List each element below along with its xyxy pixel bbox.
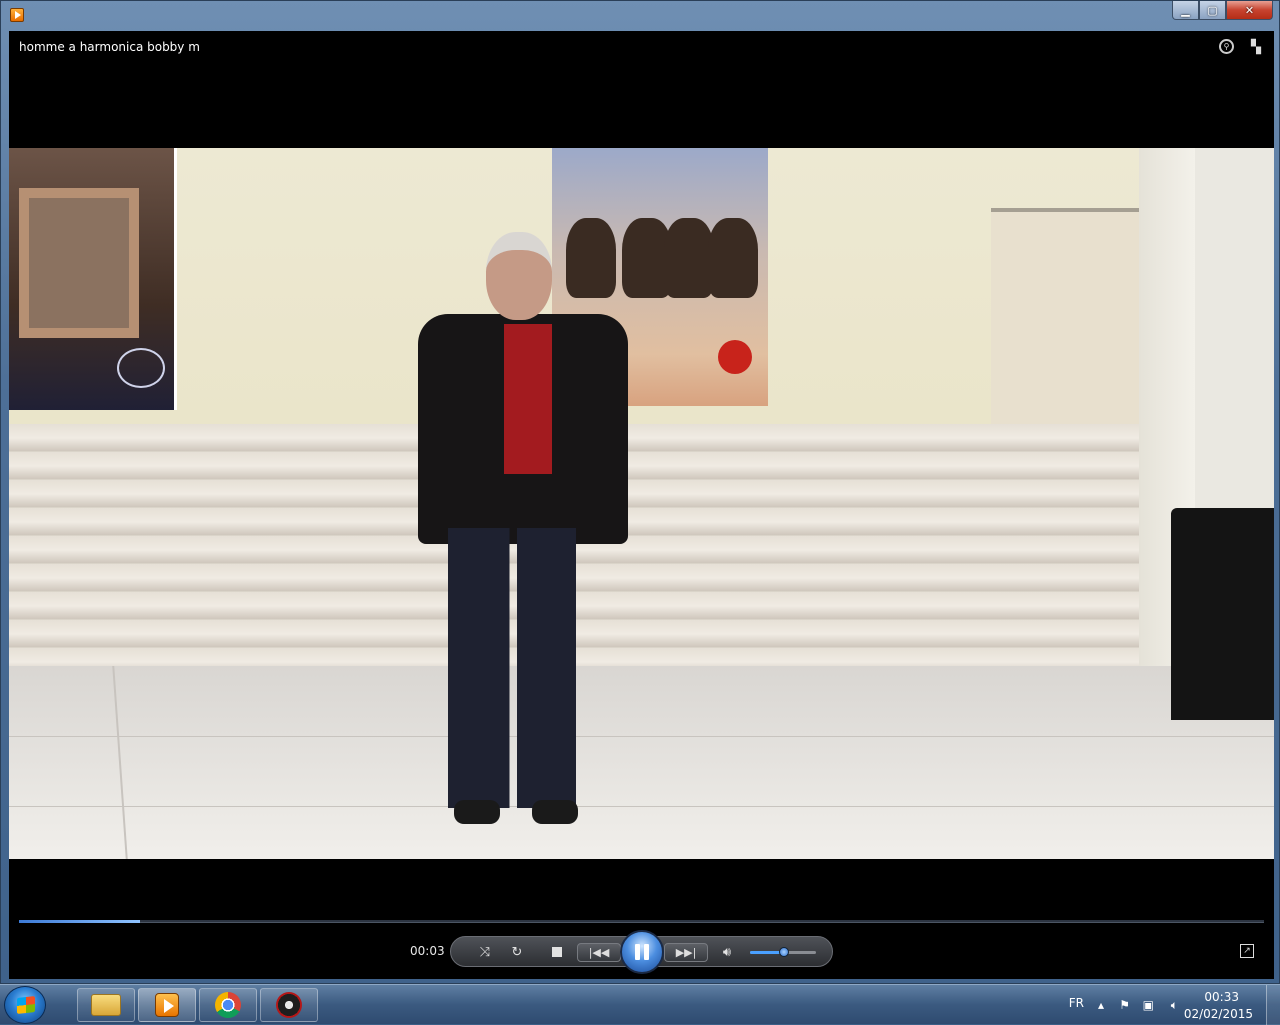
minimize-icon: ▁ — [1181, 3, 1190, 17]
chrome-icon — [215, 992, 241, 1018]
speaker-icon: 🔊︎ — [722, 944, 732, 960]
language-indicator[interactable]: FR — [1069, 996, 1084, 1010]
stop-icon — [552, 947, 562, 957]
next-icon: ▶▶| — [675, 946, 697, 959]
taskbar: FR ▴ ⚑ ▣ 🔈︎ 00:33 02/02/2015 — [0, 984, 1280, 1025]
poster-rider-4 — [708, 218, 758, 298]
switch-to-library-icon[interactable]: ▚ — [1248, 39, 1264, 55]
tiled-floor — [9, 666, 1274, 859]
elapsed-time: 00:03 — [410, 944, 445, 958]
taskbar-explorer[interactable] — [77, 988, 135, 1022]
repeat-icon: ↻ — [511, 944, 523, 960]
close-button[interactable]: ✕ — [1226, 1, 1273, 20]
app-icon — [276, 992, 302, 1018]
opera-logo-left — [117, 348, 165, 388]
opera-logo-middle — [718, 340, 752, 374]
start-button[interactable] — [4, 986, 46, 1024]
media-title: homme a harmonica bobby m — [19, 40, 200, 54]
stop-button[interactable] — [547, 942, 567, 962]
action-center-flag-icon[interactable]: ⚑ — [1119, 998, 1130, 1012]
transport-controls: ⤨ ↻ |◀◀ ▶▶| 🔊︎ — [450, 930, 833, 974]
person-head — [486, 232, 552, 320]
clock-time[interactable]: 00:33 — [1204, 990, 1239, 1004]
windows-media-player-icon[interactable] — [10, 8, 24, 22]
trash-bin — [1171, 508, 1274, 720]
volume-slider[interactable] — [750, 947, 816, 957]
system-tray: FR ▴ ⚑ ▣ 🔈︎ 00:33 02/02/2015 — [1040, 985, 1280, 1025]
volume-tray-icon[interactable]: 🔈︎ — [1171, 998, 1178, 1013]
previous-button[interactable]: |◀◀ — [577, 943, 621, 962]
video-frame[interactable] — [9, 148, 1274, 859]
close-icon: ✕ — [1244, 3, 1255, 17]
show-hidden-icons-icon[interactable]: ▴ — [1098, 998, 1104, 1012]
taskbar-media-player[interactable] — [138, 988, 196, 1022]
media-player-window: ▁ ▢ ✕ homme a harmonica bobby m ⚲ ▚ 00:0… — [0, 0, 1280, 984]
player-area[interactable]: homme a harmonica bobby m ⚲ ▚ 00:03 ⤨ ↻ … — [9, 31, 1274, 979]
person-shoe-right — [532, 800, 578, 824]
maximize-icon: ▢ — [1207, 3, 1218, 17]
repeat-button[interactable]: ↻ — [507, 942, 527, 962]
mute-button[interactable]: 🔊︎ — [717, 942, 737, 962]
pause-icon — [635, 944, 640, 960]
next-button[interactable]: ▶▶| — [664, 943, 708, 962]
floor-seam — [9, 736, 1274, 737]
floor-seam — [112, 666, 128, 859]
media-player-icon — [155, 993, 179, 1017]
fullscreen-icon: ↗ — [1243, 946, 1251, 956]
shuffle-icon: ⤨ — [479, 944, 491, 960]
person-shirt — [504, 324, 552, 474]
windows-logo-icon — [17, 996, 35, 1014]
folder-icon — [91, 994, 121, 1016]
online-info-icon[interactable]: ⚲ — [1219, 39, 1234, 54]
top-right-icons: ⚲ ▚ — [1219, 39, 1264, 55]
poster-rider-3 — [664, 218, 714, 298]
person-shoe-left — [454, 800, 500, 824]
poster-left-corridor — [19, 188, 139, 338]
previous-icon: |◀◀ — [588, 946, 610, 959]
pause-icon-bar — [644, 944, 649, 960]
floor-seam — [9, 806, 1274, 807]
taskbar-chrome[interactable] — [199, 988, 257, 1022]
show-desktop-button[interactable] — [1266, 985, 1280, 1025]
taskbar-app[interactable] — [260, 988, 318, 1022]
seek-progress — [19, 920, 140, 923]
minimize-button[interactable]: ▁ — [1172, 1, 1199, 20]
person-legs — [448, 528, 576, 808]
pause-button[interactable] — [620, 930, 664, 974]
fullscreen-button[interactable]: ↗ — [1240, 944, 1254, 958]
poster-left — [9, 148, 177, 410]
network-icon[interactable]: ▣ — [1143, 998, 1154, 1012]
clock-date[interactable]: 02/02/2015 — [1184, 1007, 1253, 1021]
seek-bar[interactable] — [19, 920, 1264, 923]
title-bar[interactable]: ▁ ▢ ✕ — [1, 1, 1279, 31]
volume-thumb[interactable] — [779, 947, 790, 957]
maximize-button[interactable]: ▢ — [1199, 1, 1226, 20]
harmonica-player — [414, 228, 634, 840]
caption-buttons: ▁ ▢ ✕ — [1172, 1, 1273, 21]
shuffle-button[interactable]: ⤨ — [475, 942, 495, 962]
